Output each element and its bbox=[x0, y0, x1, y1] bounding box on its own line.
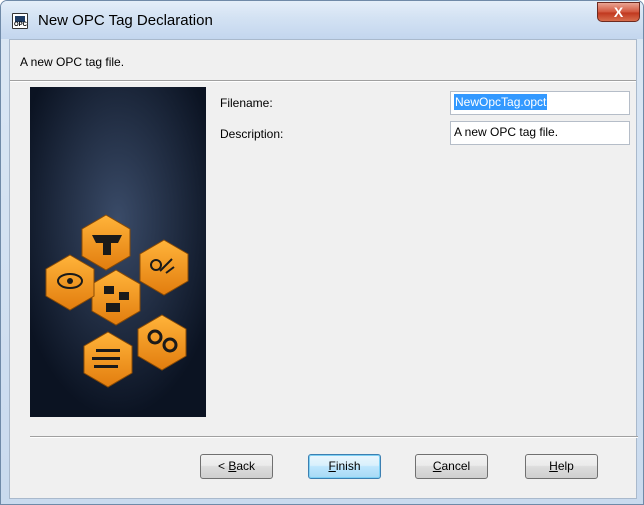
description-label: Description: bbox=[220, 127, 284, 141]
page-description: A new OPC tag file. bbox=[20, 55, 125, 69]
close-button[interactable]: X bbox=[597, 2, 640, 22]
cancel-button[interactable]: Cancel bbox=[415, 454, 488, 479]
filename-label: Filename: bbox=[220, 96, 273, 110]
opc-app-icon: OPC bbox=[12, 13, 28, 29]
finish-button[interactable]: Finish bbox=[308, 454, 381, 479]
opc-hexagon-graphic bbox=[30, 87, 206, 417]
wizard-page: A new OPC tag file. Filename: NewOpcTag.… bbox=[9, 39, 638, 499]
filename-value: NewOpcTag.opct bbox=[454, 94, 548, 110]
filename-field[interactable]: NewOpcTag.opct bbox=[450, 91, 630, 115]
wizard-window: OPC New OPC Tag Declaration X A new OPC … bbox=[0, 0, 644, 505]
wizard-side-image bbox=[30, 87, 206, 417]
description-field[interactable]: A new OPC tag file. bbox=[450, 121, 630, 145]
header-divider bbox=[10, 80, 636, 82]
title-bar[interactable]: OPC New OPC Tag Declaration X bbox=[1, 1, 643, 39]
footer-divider bbox=[30, 436, 638, 438]
window-title: New OPC Tag Declaration bbox=[38, 12, 213, 29]
help-button[interactable]: Help bbox=[525, 454, 598, 479]
close-icon: X bbox=[613, 4, 624, 20]
back-button[interactable]: < Back bbox=[200, 454, 273, 479]
